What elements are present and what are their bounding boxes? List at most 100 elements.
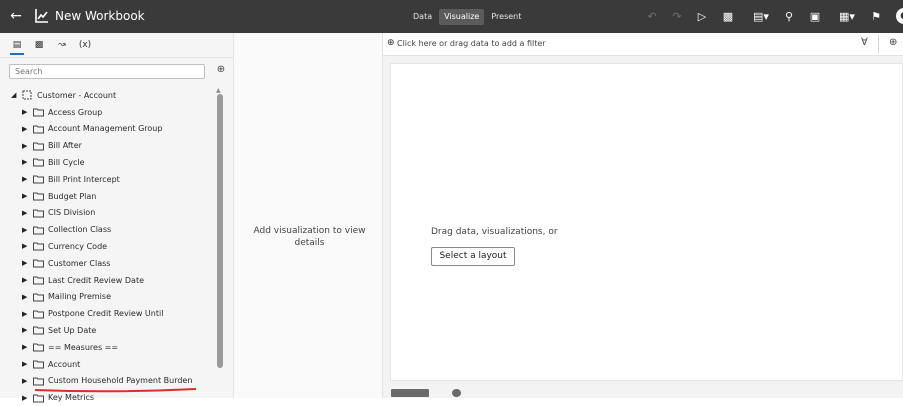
avatar[interactable]: ●: [896, 8, 903, 24]
caret-right-icon[interactable]: ▶: [22, 293, 32, 301]
refresh-data-icon[interactable]: ▩: [721, 7, 735, 27]
filter-placeholder[interactable]: Click here or drag data to add a filter: [397, 38, 546, 50]
tree-item[interactable]: ▶ Access Group: [22, 104, 102, 120]
add-data-icon[interactable]: ⊕: [215, 64, 227, 76]
tree-item[interactable]: ▶ Collection Class: [22, 222, 111, 238]
properties-panel: [234, 33, 383, 398]
annotation-underline: [34, 388, 197, 393]
tree-item[interactable]: ▶ Last Credit Review Date: [22, 272, 144, 288]
chart-icon[interactable]: ▩: [32, 37, 46, 53]
bottom-strip: [383, 388, 903, 398]
caret-right-icon[interactable]: ▶: [22, 108, 32, 116]
caret-down-icon[interactable]: ◢: [11, 91, 21, 99]
workbook-title[interactable]: New Workbook: [55, 8, 145, 24]
caret-right-icon[interactable]: ▶: [22, 259, 32, 267]
play-icon[interactable]: ▷: [695, 7, 709, 27]
tree-item-label: Bill Print Intercept: [48, 174, 120, 184]
mode-visualize[interactable]: Visualize: [439, 9, 485, 25]
data-icon[interactable]: ▤: [10, 37, 24, 55]
tree-item-label: Postpone Credit Review Until: [48, 309, 164, 319]
caret-right-icon[interactable]: ▶: [22, 326, 32, 334]
folder-icon: [33, 276, 44, 285]
tree-item-label: Set Up Date: [48, 325, 97, 335]
mode-data[interactable]: Data: [408, 9, 437, 25]
canvas-empty-message: Drag data, visualizations, or: [431, 227, 558, 237]
canvas-tab-label[interactable]: [391, 389, 429, 397]
globe-icon[interactable]: ⊕: [889, 37, 897, 48]
caret-right-icon[interactable]: ▶: [22, 242, 32, 250]
tree-item[interactable]: ▶ Postpone Credit Review Until: [22, 306, 163, 322]
folder-icon: [33, 343, 44, 352]
folder-icon: [33, 192, 44, 201]
undo-icon[interactable]: ↶: [645, 7, 659, 27]
scrollbar[interactable]: [217, 94, 223, 368]
tree-item[interactable]: ▶ CIS Division: [22, 205, 95, 221]
tree-item[interactable]: ▶ Customer Class: [22, 255, 110, 271]
caret-right-icon[interactable]: ▶: [22, 310, 32, 318]
search-input[interactable]: [9, 64, 205, 79]
tree-item-label: == Measures ==: [48, 342, 119, 352]
folder-icon: [33, 142, 44, 151]
caret-right-icon[interactable]: ▶: [22, 276, 32, 284]
save-dropdown-icon[interactable]: ▦▾: [833, 7, 861, 27]
add-filter-icon[interactable]: ⊕: [387, 38, 397, 48]
tree-item[interactable]: ▶ == Measures ==: [22, 339, 118, 355]
tree-item-label: Account Management Group: [48, 124, 163, 134]
filter-icon[interactable]: ∀: [861, 37, 868, 48]
folder-icon: [33, 326, 44, 335]
tree-item-label: Customer Class: [48, 258, 111, 268]
tree-item-label: Last Credit Review Date: [48, 275, 145, 285]
filter-bar[interactable]: ⊕ Click here or drag data to add a filte…: [383, 33, 903, 56]
menu-dropdown-icon[interactable]: ▤▾: [747, 7, 775, 27]
caret-right-icon[interactable]: ▶: [22, 209, 32, 217]
folder-icon: [33, 125, 44, 134]
folder-icon: [33, 108, 44, 117]
caret-right-icon[interactable]: ▶: [22, 343, 32, 351]
caret-right-icon[interactable]: ▶: [22, 125, 32, 133]
data-panel-tabs: ▤ ▩ ↝ (x): [0, 33, 233, 58]
caret-right-icon[interactable]: ▶: [22, 360, 32, 368]
select-layout-button[interactable]: Select a layout: [431, 247, 515, 266]
tree-item[interactable]: ▶ Bill After: [22, 138, 82, 154]
tree-item[interactable]: ▶ Account Management Group: [22, 121, 162, 137]
tree-item[interactable]: ▶ Budget Plan: [22, 188, 96, 204]
folder-icon: [33, 242, 44, 251]
visualization-canvas[interactable]: [390, 63, 903, 381]
mode-switcher: Data Visualize Present: [408, 9, 526, 25]
folder-icon: [33, 377, 44, 386]
scroll-up-icon[interactable]: ▲: [216, 87, 221, 94]
folder-icon: [33, 293, 44, 302]
tree-item[interactable]: ▶ Set Up Date: [22, 322, 96, 338]
bookmark-icon[interactable]: ⚑: [869, 7, 883, 27]
folder-icon: [33, 259, 44, 268]
properties-empty-message: Add visualization to view details: [253, 226, 366, 248]
export-icon[interactable]: ▣: [808, 7, 822, 27]
tree-item-label: CIS Division: [48, 208, 96, 218]
tree-item-label: Budget Plan: [48, 191, 97, 201]
folder-icon: [33, 360, 44, 369]
tree-root[interactable]: ◢ Customer - Account: [11, 87, 116, 103]
tree-item[interactable]: ▶ Currency Code: [22, 238, 107, 254]
tree-item[interactable]: ▶ Bill Cycle: [22, 154, 85, 170]
back-arrow-icon[interactable]: ←: [6, 6, 26, 26]
tree-item-label: Mailing Premise: [48, 292, 111, 302]
top-bar: ← New Workbook Data Visualize Present ↶ …: [0, 0, 903, 33]
trend-icon[interactable]: ↝: [55, 37, 69, 53]
tree-item[interactable]: ▶ Mailing Premise: [22, 289, 111, 305]
location-pin-icon[interactable]: ⚲: [782, 7, 796, 27]
folder-icon: [33, 209, 44, 218]
caret-right-icon[interactable]: ▶: [22, 226, 32, 234]
caret-right-icon[interactable]: ▶: [22, 142, 32, 150]
folder-icon: [33, 226, 44, 235]
tree-item[interactable]: ▶ Bill Print Intercept: [22, 171, 120, 187]
mode-present[interactable]: Present: [486, 9, 526, 25]
calculation-tab[interactable]: (x): [77, 37, 93, 53]
redo-icon[interactable]: ↷: [670, 7, 684, 27]
add-canvas-icon[interactable]: [452, 389, 461, 397]
caret-right-icon[interactable]: ▶: [22, 192, 32, 200]
subject-area-icon: [22, 90, 32, 100]
caret-right-icon[interactable]: ▶: [22, 175, 32, 183]
tree-item[interactable]: ▶ Account: [22, 356, 80, 372]
caret-right-icon[interactable]: ▶: [22, 158, 32, 166]
caret-right-icon[interactable]: ▶: [22, 377, 32, 385]
